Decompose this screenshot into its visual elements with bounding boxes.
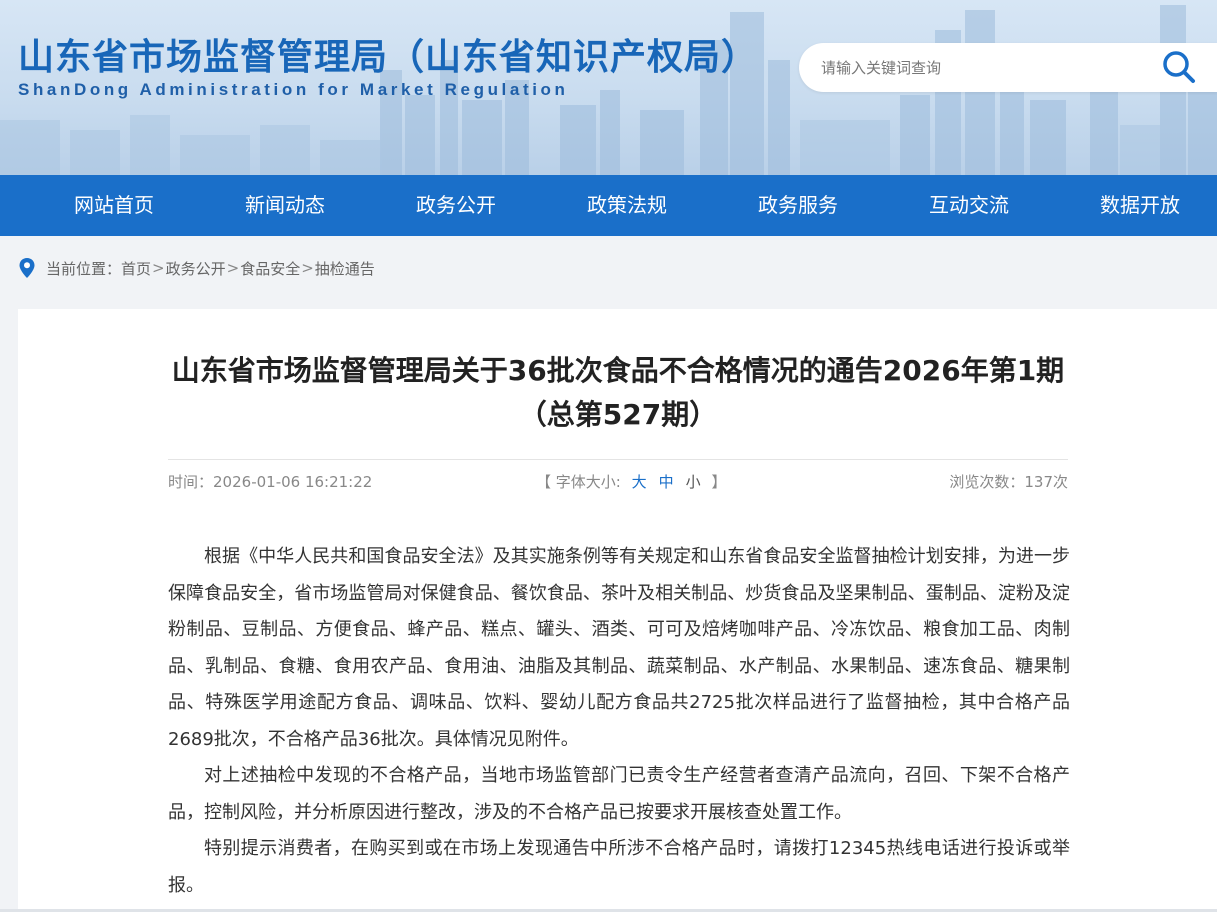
- font-size-small-button[interactable]: 小: [686, 473, 701, 491]
- meta-divider: [168, 459, 1068, 460]
- publish-time-value: 2026-01-06 16:21:22: [213, 473, 373, 491]
- breadcrumb: 当前位置： 首页 > 政务公开 > 食品安全 > 抽检通告: [18, 256, 375, 280]
- search-box: [799, 43, 1217, 92]
- article-card: 山东省市场监督管理局关于36批次食品不合格情况的通告2026年第1期（总第527…: [18, 309, 1217, 912]
- font-size-large-button[interactable]: 大: [632, 473, 647, 491]
- nav-item-home[interactable]: 网站首页: [74, 175, 154, 236]
- breadcrumb-prefix: 当前位置：: [46, 259, 122, 278]
- publish-time-label: 时间：: [168, 473, 214, 491]
- nav-item-policies[interactable]: 政策法规: [587, 175, 667, 236]
- publish-time: 时间：2026-01-06 16:21:22: [168, 471, 372, 492]
- article-paragraph: 对上述抽检中发现的不合格产品，当地市场监管部门已责令生产经营者查清产品流向，召回…: [168, 765, 1070, 823]
- nav-item-interaction[interactable]: 互动交流: [929, 175, 1009, 236]
- font-size-control: 【 字体大小: 大中小 】: [536, 471, 726, 492]
- nav-item-services[interactable]: 政务服务: [758, 175, 838, 236]
- breadcrumb-separator: >: [152, 259, 165, 277]
- location-pin-icon: [19, 258, 35, 278]
- site-title[interactable]: 山东省市场监督管理局（山东省知识产权局）: [18, 28, 758, 80]
- article-title: 山东省市场监督管理局关于36批次食品不合格情况的通告2026年第1期（总第527…: [171, 354, 1065, 431]
- breadcrumb-government-affairs[interactable]: 政务公开: [166, 258, 226, 279]
- breadcrumb-inspection-notices[interactable]: 抽检通告: [315, 258, 375, 279]
- article-paragraph: 特别提示消费者，在购买到或在市场上发现通告中所涉不合格产品时，请拨打12345热…: [168, 838, 1070, 896]
- search-icon: [1163, 51, 1195, 83]
- search-button[interactable]: [1157, 47, 1201, 89]
- article-paragraph: 根据《中华人民共和国食品安全法》及其实施条例等有关规定和山东省食品安全监督抽检计…: [168, 546, 1070, 750]
- font-size-close: 】: [711, 473, 727, 491]
- breadcrumb-separator: >: [301, 259, 314, 277]
- nav-item-news[interactable]: 新闻动态: [245, 175, 325, 236]
- view-count-label: 浏览次数：: [949, 473, 1025, 491]
- main-nav: 网站首页 新闻动态 政务公开 政策法规 政务服务 互动交流 数据开放: [0, 175, 1217, 236]
- nav-item-government-affairs[interactable]: 政务公开: [416, 175, 496, 236]
- header-banner: 山东省市场监督管理局（山东省知识产权局） ShanDong Administra…: [0, 0, 1217, 175]
- nav-item-open-data[interactable]: 数据开放: [1100, 175, 1180, 236]
- site-subtitle: ShanDong Administration for Market Regul…: [18, 80, 569, 99]
- breadcrumb-separator: >: [226, 259, 240, 277]
- font-size-label: 【 字体大小:: [536, 473, 621, 491]
- view-count-value: 137次: [1024, 473, 1068, 491]
- font-size-medium-button[interactable]: 中: [659, 473, 674, 491]
- article-body: 根据《中华人民共和国食品安全法》及其实施条例等有关规定和山东省食品安全监督抽检计…: [168, 539, 1070, 904]
- breadcrumb-home[interactable]: 首页: [121, 258, 151, 279]
- search-input[interactable]: [821, 55, 1121, 81]
- breadcrumb-food-safety[interactable]: 食品安全: [240, 258, 300, 279]
- view-count: 浏览次数：137次: [949, 471, 1068, 492]
